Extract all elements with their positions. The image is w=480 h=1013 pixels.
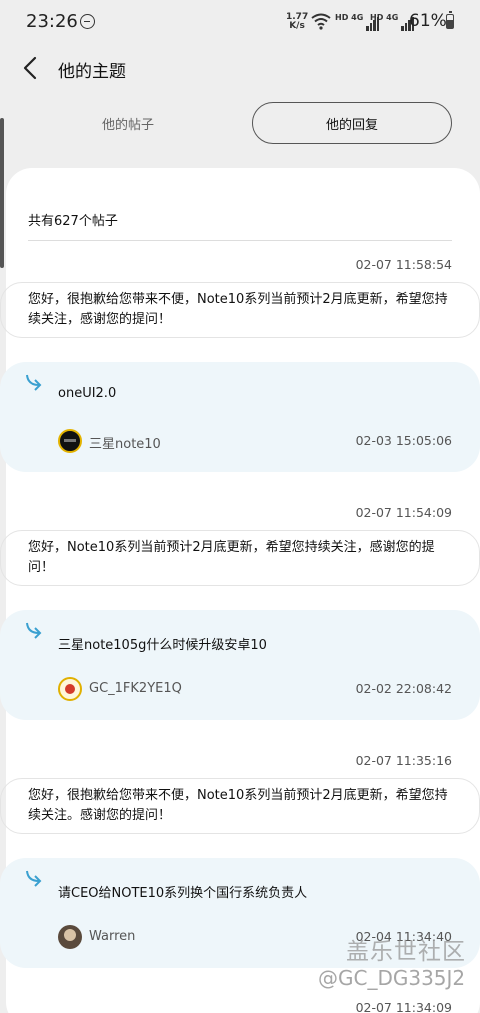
battery-icon (446, 11, 454, 29)
scroll-indicator (0, 118, 4, 268)
post-count: 共有627个帖子 (28, 214, 118, 229)
battery-percent: 61% (409, 11, 447, 31)
wifi-icon (311, 13, 331, 30)
battery-fill (447, 20, 453, 28)
quoted-post-time: 02-02 22:08:42 (355, 681, 452, 696)
reply-arrow-icon (26, 870, 42, 887)
watermark-user: @GC_DG335J2 (318, 966, 466, 990)
quoted-post-title: oneUI2.0 (58, 386, 117, 401)
quoted-post-title: 三星note105g什么时候升级安卓10 (58, 638, 267, 653)
quoted-post-time: 02-03 15:05:06 (355, 433, 452, 448)
do-not-disturb-icon (80, 14, 95, 29)
tab-his-posts[interactable]: 他的帖子 (28, 102, 228, 144)
reply-time: 02-07 11:34:09 (355, 1000, 452, 1013)
back-arrow-icon[interactable] (18, 55, 44, 81)
avatar (58, 925, 82, 949)
network-speed: 1.77 K/s (286, 13, 308, 31)
quoted-post[interactable]: 三星note105g什么时候升级安卓10 GC_1FK2YE1Q 02-02 2… (0, 610, 480, 720)
signal-sim2-icon: HD 4G (370, 13, 415, 31)
status-time: 23:26 (26, 11, 78, 32)
reply-arrow-icon (26, 622, 42, 639)
sim2-label: HD 4G (370, 13, 399, 22)
quoted-post-author: Warren (89, 929, 136, 944)
network-speed-unit: K/s (289, 21, 305, 31)
tab-his-replies[interactable]: 他的回复 (252, 102, 452, 144)
watermark-brand: 盖乐世社区 (346, 939, 466, 965)
avatar (58, 677, 82, 701)
reply-time: 02-07 11:35:16 (355, 753, 452, 768)
reply-time: 02-07 11:54:09 (355, 505, 452, 520)
quoted-post-author: 三星note10 (89, 437, 161, 452)
reply-text[interactable]: 您好，Note10系列当前预计2月底更新，希望您持续关注，感谢您的提问！ (28, 538, 452, 578)
avatar (58, 429, 82, 453)
page-title: 他的主题 (58, 62, 126, 82)
quoted-post-title: 请CEO给NOTE10系列换个国行系统负责人 (58, 886, 308, 901)
divider (28, 240, 452, 241)
quoted-post-author: GC_1FK2YE1Q (89, 681, 182, 696)
status-bar: 23:26 1.77 K/s HD 4G HD 4G 61% (0, 0, 480, 44)
reply-arrow-icon (26, 374, 42, 391)
reply-time: 02-07 11:58:54 (355, 257, 452, 272)
quoted-post[interactable]: oneUI2.0 三星note10 02-03 15:05:06 (0, 362, 480, 472)
sim1-label: HD 4G (335, 13, 364, 22)
reply-text[interactable]: 您好，很抱歉给您带来不便，Note10系列当前预计2月底更新，希望您持续关注。感… (28, 786, 452, 826)
reply-text[interactable]: 您好，很抱歉给您带来不便，Note10系列当前预计2月底更新，希望您持续关注，感… (28, 290, 452, 330)
